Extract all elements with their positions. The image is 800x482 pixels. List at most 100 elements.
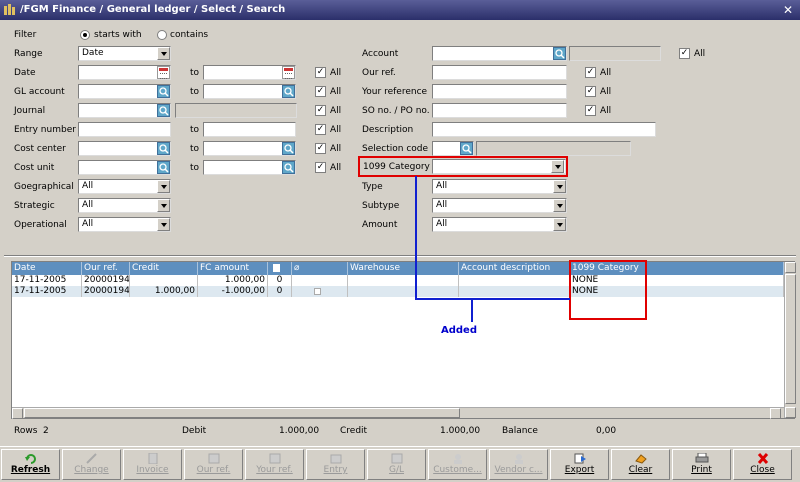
so-po-label: SO no. / PO no. — [362, 106, 430, 116]
range-dropdown-icon[interactable] — [157, 47, 170, 60]
cell-account-description — [459, 275, 570, 286]
search-icon[interactable] — [157, 142, 170, 155]
search-icon[interactable] — [553, 47, 566, 60]
date-all-checkbox[interactable]: ✓ — [315, 67, 326, 78]
search-icon[interactable] — [157, 85, 170, 98]
horizontal-scrollbar[interactable] — [12, 407, 784, 419]
customer-button[interactable]: Custome... — [428, 449, 487, 480]
search-icon[interactable] — [282, 142, 295, 155]
horizontal-scroll-thumb[interactable] — [24, 408, 460, 418]
print-button[interactable]: Print — [672, 449, 731, 480]
your-ref-button[interactable]: Your ref. — [245, 449, 304, 480]
chevron-down-icon[interactable] — [553, 199, 566, 212]
radio-starts-with[interactable] — [80, 30, 90, 40]
search-criteria-panel: Filter starts with contains Range Date D… — [4, 22, 796, 258]
ledger-icon — [391, 453, 402, 464]
close-button[interactable]: Close — [733, 449, 792, 480]
entry-number-all-checkbox[interactable]: ✓ — [315, 124, 326, 135]
selection-code-description-field — [476, 141, 631, 156]
col-date[interactable]: Date — [12, 262, 82, 275]
print-button-label: Print — [691, 465, 712, 475]
entry-icon — [330, 454, 341, 464]
scroll-left-button[interactable] — [12, 408, 23, 419]
col-attachment[interactable]: ⌀ — [292, 262, 348, 275]
col-fc-amount[interactable]: FC amount — [198, 262, 268, 275]
col-warehouse[interactable]: Warehouse — [348, 262, 459, 275]
gl-account-label: GL account — [14, 87, 65, 97]
type-value: All — [436, 181, 448, 191]
table-row[interactable]: 17-11-2005 20000194 1.000,00 -1.000,00 0… — [12, 286, 784, 297]
vendor-button[interactable]: Vendor c... — [489, 449, 548, 480]
close-button-label: Close — [750, 465, 775, 475]
clear-button[interactable]: Clear — [611, 449, 670, 480]
radio-contains[interactable] — [157, 30, 167, 40]
results-grid[interactable]: Date Our ref. Credit FC amount ⌀ Warehou… — [11, 261, 796, 419]
cost-center-all-checkbox[interactable]: ✓ — [315, 143, 326, 154]
your-reference-input[interactable] — [432, 84, 567, 99]
date-all-label: All — [330, 68, 342, 78]
cell-date: 17-11-2005 — [12, 286, 82, 297]
col-credit[interactable]: Credit — [130, 262, 198, 275]
entry-number-to-input[interactable] — [203, 122, 296, 137]
chevron-down-icon[interactable] — [553, 180, 566, 193]
subtype-select[interactable]: All — [432, 198, 567, 213]
entry-button[interactable]: Entry — [306, 449, 365, 480]
window-close-icon[interactable]: ✕ — [780, 2, 796, 18]
export-button[interactable]: Export — [550, 449, 609, 480]
col-account-description[interactable]: Account description — [459, 262, 570, 275]
vertical-scrollbar[interactable] — [784, 262, 796, 418]
cost-unit-all-checkbox[interactable]: ✓ — [315, 162, 326, 173]
export-button-label: Export — [564, 465, 595, 475]
our-ref-button[interactable]: Our ref. — [184, 449, 243, 480]
scroll-down-button[interactable] — [785, 407, 796, 418]
our-ref-all-checkbox[interactable]: ✓ — [585, 67, 596, 78]
gl-button[interactable]: G/L — [367, 449, 426, 480]
calendar-icon[interactable] — [282, 66, 295, 79]
col-our-ref[interactable]: Our ref. — [82, 262, 130, 275]
category-1099-select[interactable] — [432, 159, 566, 174]
search-icon[interactable] — [460, 142, 473, 155]
our-ref-label: Our ref. — [362, 68, 396, 78]
account-input[interactable] — [432, 46, 567, 61]
search-icon[interactable] — [282, 85, 295, 98]
table-row[interactable]: 17-11-2005 20000194 1.000,00 0 NONE — [12, 275, 784, 286]
chevron-down-icon[interactable] — [553, 218, 566, 231]
description-input[interactable] — [432, 122, 656, 137]
so-po-input[interactable] — [432, 103, 567, 118]
refresh-button[interactable]: Refresh — [1, 449, 60, 480]
chevron-down-icon[interactable] — [157, 199, 170, 212]
change-button[interactable]: Change — [62, 449, 121, 480]
col-document[interactable] — [268, 262, 292, 275]
chevron-down-icon[interactable] — [157, 218, 170, 231]
entry-number-from-input[interactable] — [78, 122, 171, 137]
balance-label: Balance — [502, 426, 538, 436]
search-icon[interactable] — [282, 161, 295, 174]
change-label: Change — [74, 465, 109, 475]
type-select[interactable]: All — [432, 179, 567, 194]
chevron-down-icon[interactable] — [157, 180, 170, 193]
row-checkbox[interactable] — [314, 288, 321, 295]
calendar-icon[interactable] — [157, 66, 170, 79]
your-reference-all-checkbox[interactable]: ✓ — [585, 86, 596, 97]
cell-date: 17-11-2005 — [12, 275, 82, 286]
journal-all-checkbox[interactable]: ✓ — [315, 105, 326, 116]
chevron-down-icon[interactable] — [551, 160, 564, 173]
clear-button-label: Clear — [628, 465, 653, 475]
invoice-button[interactable]: Invoice — [123, 449, 182, 480]
search-icon[interactable] — [157, 161, 170, 174]
document-icon — [273, 264, 280, 272]
amount-select[interactable]: All — [432, 217, 567, 232]
our-ref-input[interactable] — [432, 65, 567, 80]
gl-account-all-label: All — [330, 87, 342, 97]
gl-account-to-label: to — [190, 87, 200, 97]
search-icon[interactable] — [157, 104, 170, 117]
radio-contains-label: contains — [170, 30, 209, 40]
so-po-all-checkbox[interactable]: ✓ — [585, 105, 596, 116]
customer-icon — [453, 454, 462, 464]
gl-account-all-checkbox[interactable]: ✓ — [315, 86, 326, 97]
scroll-up-button[interactable] — [785, 262, 796, 273]
account-all-checkbox[interactable]: ✓ — [679, 48, 690, 59]
vertical-scroll-thumb[interactable] — [785, 274, 796, 404]
credit-total-label: Credit — [340, 426, 368, 436]
scroll-right-button[interactable] — [770, 408, 781, 419]
